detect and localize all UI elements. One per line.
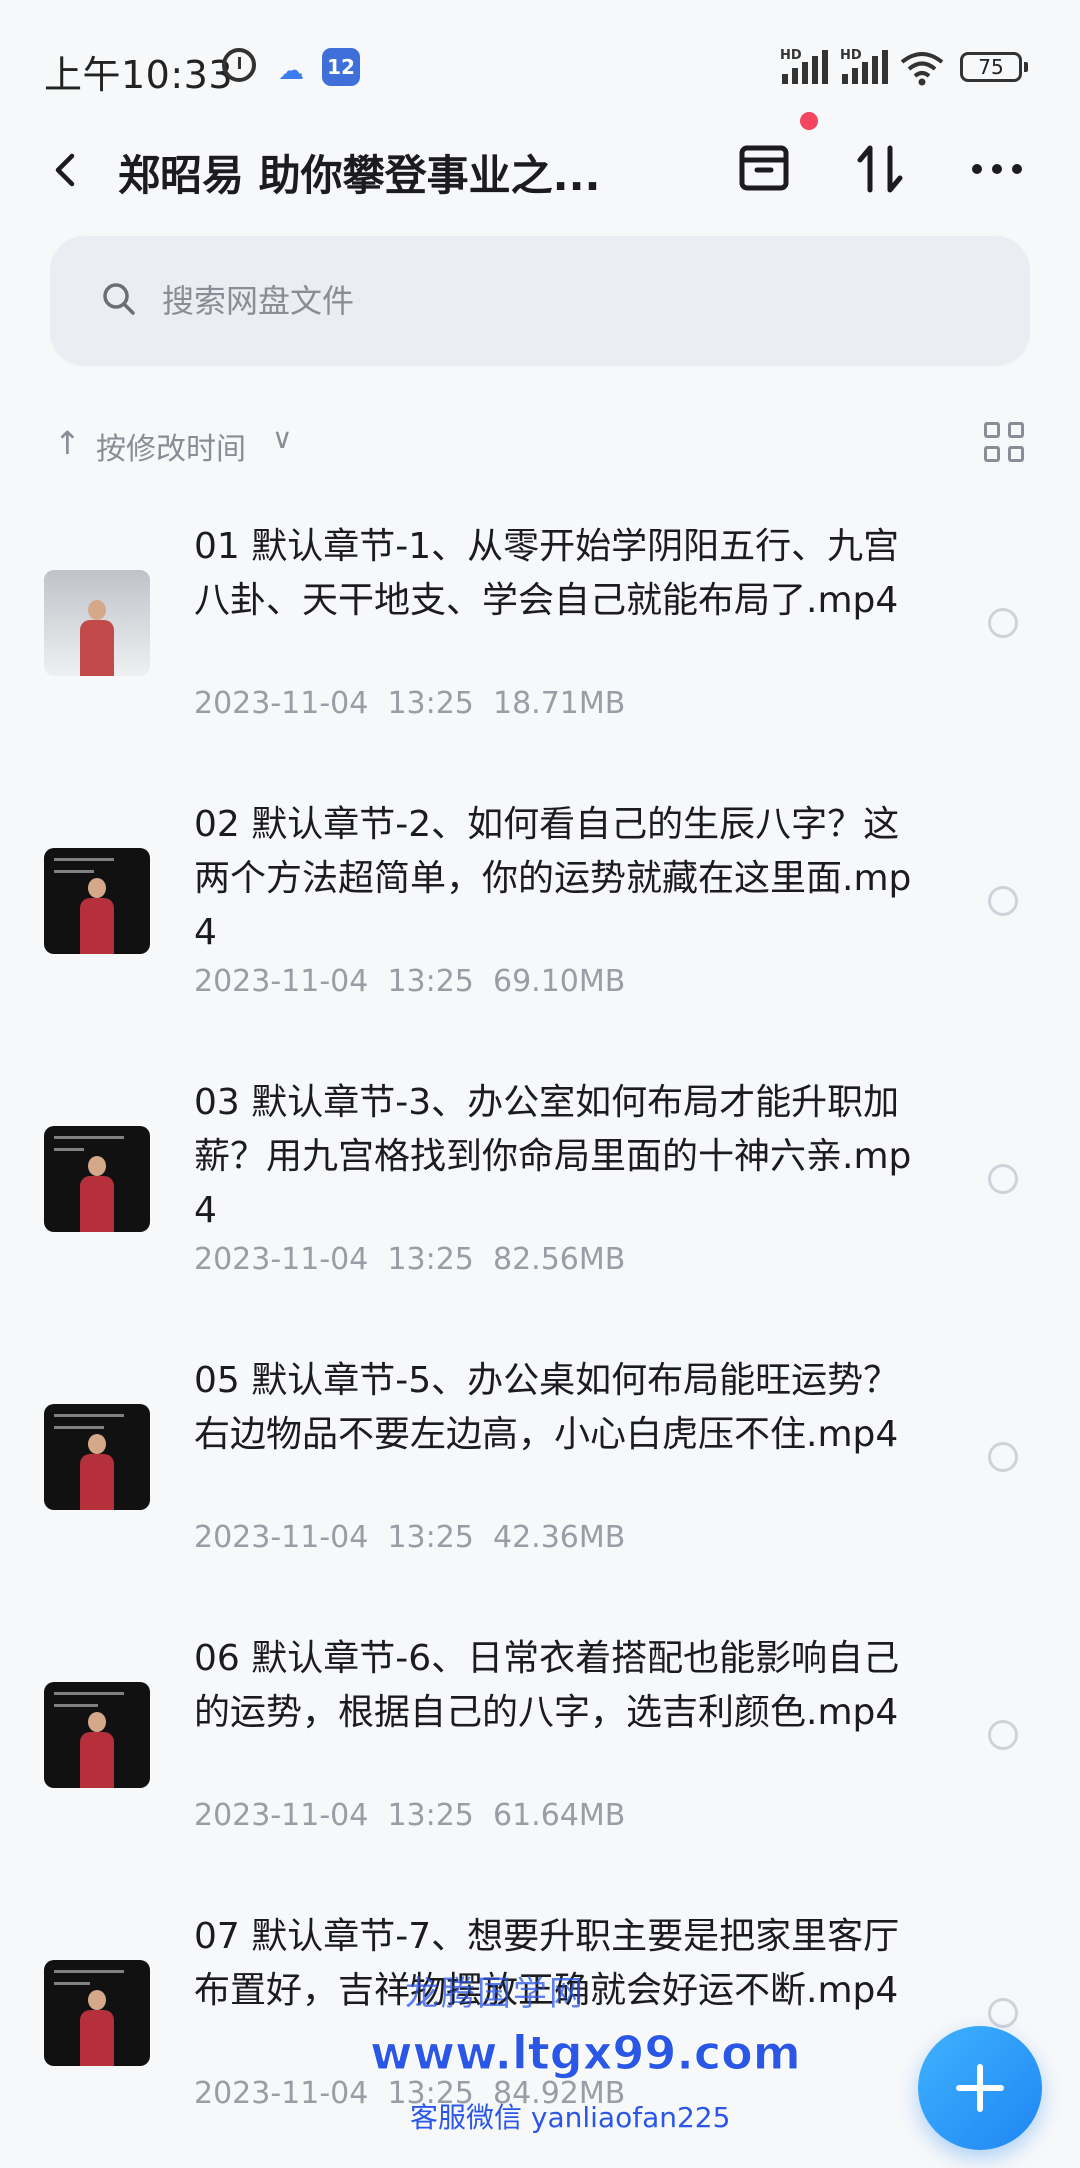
file-meta: 2023-11-04 13:25 69.10MB xyxy=(194,964,625,999)
list-item[interactable]: 03 默认章节-3、办公室如何布局才能升职加薪？用九宫格找到你命局里面的十神六亲… xyxy=(0,1056,1080,1334)
list-item[interactable]: 02 默认章节-2、如何看自己的生辰八字？这两个方法超简单，你的运势就藏在这里面… xyxy=(0,778,1080,1056)
video-thumbnail xyxy=(44,570,150,676)
file-date: 2023-11-04 xyxy=(194,964,369,999)
cloud-icon: ☁ xyxy=(278,56,304,86)
signal-icon-2 xyxy=(838,50,888,84)
alarm-icon xyxy=(222,48,256,82)
watermark-site-name: 龙腾国学网 xyxy=(405,1974,585,2014)
video-thumbnail xyxy=(44,1960,150,2066)
file-date: 2023-11-04 xyxy=(194,1242,369,1277)
battery-indicator: 75 xyxy=(960,52,1028,82)
file-name: 01 默认章节-1、从零开始学阴阳五行、九宫八卦、天干地支、学会自己就能布局了.… xyxy=(194,526,900,621)
video-thumbnail xyxy=(44,1404,150,1510)
app-notification-icon: 12 xyxy=(322,48,360,86)
select-radio[interactable] xyxy=(988,1164,1018,1194)
file-size: 61.64MB xyxy=(492,1798,626,1833)
grid-view-icon[interactable] xyxy=(984,422,1028,466)
sort-label: 按修改时间 xyxy=(96,432,246,467)
file-meta: 2023-11-04 13:25 61.64MB xyxy=(194,1798,625,1833)
select-radio[interactable] xyxy=(988,1998,1018,2028)
file-meta: 2023-11-04 13:25 18.71MB xyxy=(194,686,625,721)
list-item[interactable]: 06 默认章节-6、日常衣着搭配也能影响自己的运势，根据自己的八字，选吉利颜色.… xyxy=(0,1612,1080,1890)
file-time: 13:25 xyxy=(387,964,474,999)
file-name: 02 默认章节-2、如何看自己的生辰八字？这两个方法超简单，你的运势就藏在这里面… xyxy=(194,804,912,953)
file-size: 42.36MB xyxy=(492,1520,626,1555)
file-time: 13:25 xyxy=(387,686,474,721)
select-radio[interactable] xyxy=(988,886,1018,916)
sort-arrow-up-icon: ↑ xyxy=(54,424,81,462)
search-bar[interactable] xyxy=(50,236,1030,366)
file-time: 13:25 xyxy=(387,1798,474,1833)
list-item[interactable]: 01 默认章节-1、从零开始学阴阳五行、九宫八卦、天干地支、学会自己就能布局了.… xyxy=(0,500,1080,778)
status-time: 上午10:33 xyxy=(44,53,234,97)
file-time: 13:25 xyxy=(387,1242,474,1277)
file-meta: 2023-11-04 13:25 42.36MB xyxy=(194,1520,625,1555)
chevron-down-icon: ∨ xyxy=(272,422,293,455)
watermark-contact: 客服微信 yanliaofan225 xyxy=(410,2101,731,2134)
file-name: 06 默认章节-6、日常衣着搭配也能影响自己的运势，根据自己的八字，选吉利颜色.… xyxy=(194,1638,900,1733)
select-radio[interactable] xyxy=(988,608,1018,638)
search-input[interactable] xyxy=(160,272,964,330)
top-app-bar: 郑昭易 助你攀登事业之... xyxy=(0,120,1080,220)
select-radio[interactable] xyxy=(988,1442,1018,1472)
file-date: 2023-11-04 xyxy=(194,2076,369,2111)
more-options-icon[interactable] xyxy=(962,134,1032,204)
video-thumbnail xyxy=(44,1682,150,1788)
add-button[interactable] xyxy=(918,2026,1042,2150)
watermark-url: www.ltgx99.com xyxy=(370,2026,802,2081)
notification-dot xyxy=(800,112,818,130)
file-date: 2023-11-04 xyxy=(194,686,369,721)
search-icon xyxy=(103,283,135,315)
status-bar: 上午10:33 ☁ 12 HD HD 75 xyxy=(0,0,1080,130)
list-item[interactable]: 05 默认章节-5、办公桌如何布局能旺运势？右边物品不要左边高，小心白虎压不住.… xyxy=(0,1334,1080,1612)
file-date: 2023-11-04 xyxy=(194,1798,369,1833)
video-thumbnail xyxy=(44,1126,150,1232)
sort-toggle-icon[interactable] xyxy=(846,134,916,204)
wifi-icon xyxy=(900,52,944,86)
file-name: 05 默认章节-5、办公桌如何布局能旺运势？右边物品不要左边高，小心白虎压不住.… xyxy=(194,1360,900,1455)
signal-icon-1 xyxy=(778,50,828,84)
folder-title: 郑昭易 助你攀登事业之... xyxy=(118,151,601,200)
file-date: 2023-11-04 xyxy=(194,1520,369,1555)
select-radio[interactable] xyxy=(988,1720,1018,1750)
file-size: 82.56MB xyxy=(492,1242,626,1277)
file-size: 18.71MB xyxy=(492,686,626,721)
transfer-box-icon[interactable] xyxy=(730,134,800,204)
file-name: 03 默认章节-3、办公室如何布局才能升职加薪？用九宫格找到你命局里面的十神六亲… xyxy=(194,1082,912,1231)
back-arrow-icon[interactable] xyxy=(46,150,86,190)
file-time: 13:25 xyxy=(387,1520,474,1555)
file-meta: 2023-11-04 13:25 82.56MB xyxy=(194,1242,625,1277)
video-thumbnail xyxy=(44,848,150,954)
file-size: 69.10MB xyxy=(492,964,626,999)
